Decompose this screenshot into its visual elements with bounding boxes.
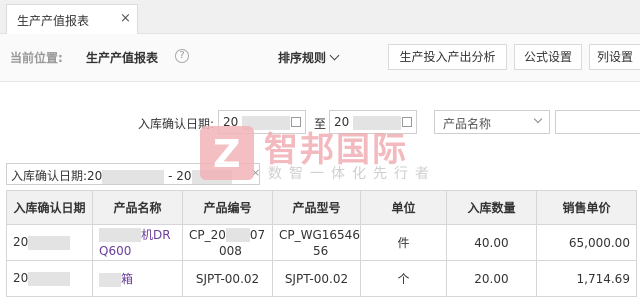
redacted-text <box>99 272 121 287</box>
cell-product-name[interactable]: 机DR Q600 <box>92 224 183 261</box>
column-header-product-code[interactable]: 产品编号 <box>182 190 273 225</box>
cell-product-code: SJPT-00.02 <box>182 260 273 297</box>
table-header-row: 入库确认日期 产品名称 产品编号 产品型号 单位 入库数量 销售单价 <box>6 190 637 225</box>
redacted-text <box>99 228 141 242</box>
table-row[interactable]: 20 机DR Q600 CP_20 07 008 CP_WG16546 56 件 … <box>6 224 637 261</box>
page-title: 生产产值报表 <box>86 51 159 65</box>
cell-quantity: 20.00 <box>445 260 537 297</box>
column-header-quantity[interactable]: 入库数量 <box>445 190 537 225</box>
product-name-select[interactable]: 产品名称 <box>434 110 550 134</box>
cell-unit: 个 <box>359 260 447 297</box>
column-header-unit-price[interactable]: 销售单价 <box>535 190 637 225</box>
column-header-product-model[interactable]: 产品型号 <box>272 190 361 225</box>
tab-production-value-report[interactable]: 生产产值报表 × <box>6 4 138 34</box>
chip-text-mid: - 20 <box>168 169 192 183</box>
column-header-unit[interactable]: 单位 <box>359 190 447 225</box>
column-header-date[interactable]: 入库确认日期 <box>6 190 93 225</box>
redacted-text <box>28 271 71 286</box>
cell-unit-price: 1,714.69 <box>535 260 637 297</box>
cell-unit: 件 <box>359 224 447 261</box>
cell-product-model: CP_WG16546 56 <box>272 224 361 261</box>
watermark-logo: Z <box>200 126 254 180</box>
product-name-placeholder: 产品名称 <box>443 117 492 131</box>
watermark-logo-letter: Z <box>213 132 241 176</box>
redacted-text <box>225 228 250 242</box>
product-search-input[interactable] <box>555 110 640 134</box>
cell-product-code: CP_20 07 008 <box>182 224 273 261</box>
table-row[interactable]: 20 箱 SJPT-00.02 SJPT-00.02 个 20.00 1,714… <box>6 260 637 297</box>
watermark-subtitle: 数智一体化先行者 <box>268 166 436 182</box>
cell-date: 20 <box>6 224 93 261</box>
chevron-down-icon <box>329 50 340 61</box>
report-table: 入库确认日期 产品名称 产品编号 产品型号 单位 入库数量 销售单价 20 机D… <box>6 190 637 297</box>
sort-rules-label: 排序规则 <box>278 51 327 65</box>
cell-product-model: SJPT-00.02 <box>272 260 361 297</box>
redacted-text <box>102 169 165 184</box>
page-header: 当前位置: 生产产值报表 ? 排序规则 生产投入产出分析 公式设置 列设置 <box>0 34 640 82</box>
sort-rules-button[interactable]: 排序规则 <box>278 49 340 66</box>
redacted-text <box>28 235 71 250</box>
chip-text-start: 入库确认日期:20 <box>11 169 103 183</box>
close-icon[interactable]: × <box>120 11 131 26</box>
breadcrumb-prefix: 当前位置: <box>10 51 63 65</box>
cell-date: 20 <box>6 260 93 297</box>
tab-label: 生产产值报表 <box>17 14 90 28</box>
help-icon[interactable]: ? <box>175 49 189 63</box>
cell-quantity: 40.00 <box>445 224 537 261</box>
input-output-analysis-button[interactable]: 生产投入产出分析 <box>388 44 507 70</box>
cell-product-name[interactable]: 箱 <box>92 260 183 297</box>
chevron-down-icon <box>533 114 543 124</box>
column-settings-button[interactable]: 列设置 <box>589 44 640 70</box>
tab-strip: 生产产值报表 × <box>0 0 640 34</box>
column-header-product-name[interactable]: 产品名称 <box>92 190 183 225</box>
cell-unit-price: 65,000.00 <box>535 224 637 261</box>
formula-settings-button[interactable]: 公式设置 <box>514 44 582 70</box>
